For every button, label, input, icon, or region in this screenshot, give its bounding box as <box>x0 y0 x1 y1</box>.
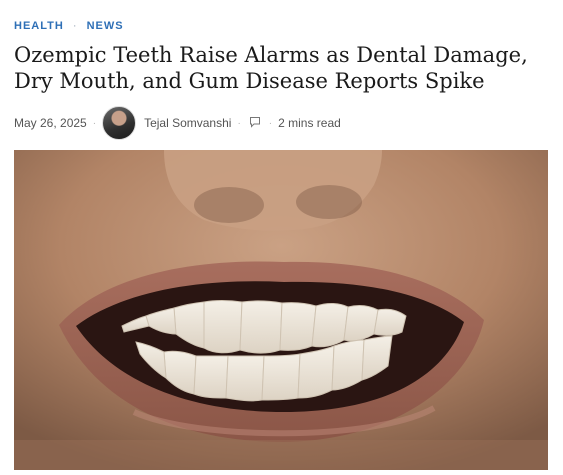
comment-icon[interactable] <box>247 116 263 131</box>
author-avatar[interactable] <box>102 106 137 140</box>
article-headline: Ozempic Teeth Raise Alarms as Dental Dam… <box>14 43 528 93</box>
smile-photo <box>14 150 548 470</box>
category-separator: · <box>72 20 78 32</box>
article-meta: May 26, 2025 · Tejal Somvanshi · · 2 min… <box>14 106 341 140</box>
meta-separator: · <box>92 117 97 129</box>
hero-image <box>14 150 548 470</box>
meta-separator: · <box>268 117 273 129</box>
category-breadcrumb: HEALTH · NEWS <box>14 20 124 32</box>
author-link[interactable]: Tejal Somvanshi <box>144 116 231 130</box>
read-time: 2 mins read <box>278 116 341 130</box>
publish-date: May 26, 2025 <box>14 116 87 130</box>
category-health-link[interactable]: HEALTH <box>14 20 64 32</box>
meta-separator: · <box>237 117 241 129</box>
category-news-link[interactable]: NEWS <box>87 20 124 32</box>
